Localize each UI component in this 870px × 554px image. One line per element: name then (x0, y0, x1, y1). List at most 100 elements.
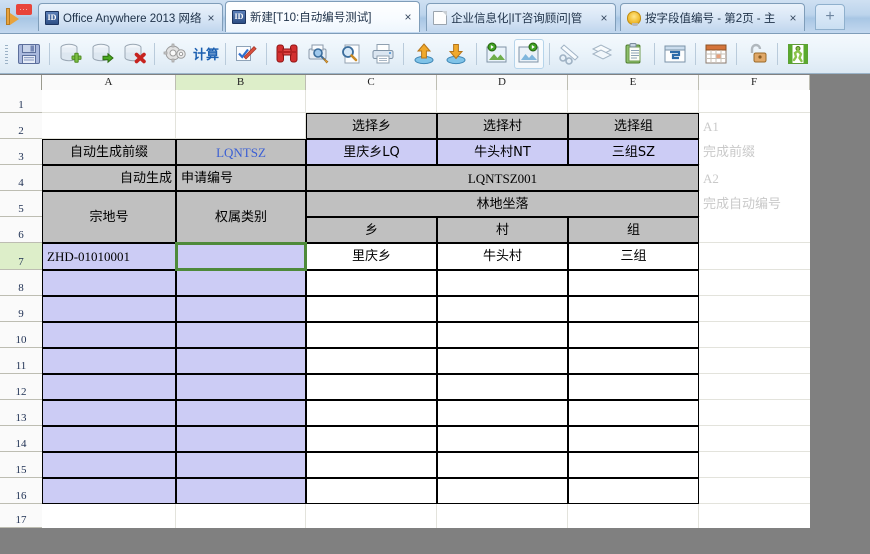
row-header-7[interactable]: 7 (0, 243, 42, 270)
row-header-16[interactable]: 16 (0, 478, 42, 504)
cell-c10[interactable] (306, 322, 437, 348)
column-header-d[interactable]: D (437, 75, 568, 90)
cell-c16[interactable] (306, 478, 437, 504)
column-header-e[interactable]: E (568, 75, 699, 90)
copy-button[interactable] (587, 39, 617, 69)
cell-a16[interactable] (42, 478, 176, 504)
cell-b14[interactable] (176, 426, 306, 452)
cell-d8[interactable] (437, 270, 568, 296)
cell-a4[interactable]: 自动生成 (42, 165, 176, 191)
cell-d16[interactable] (437, 478, 568, 504)
column-header-c[interactable]: C (306, 75, 437, 90)
cell-e9[interactable] (568, 296, 699, 322)
open-image-button[interactable] (482, 39, 512, 69)
tab-new-auto-number-test[interactable]: ID 新建[T10:自动编号测试] × (225, 1, 420, 32)
cell-e6[interactable]: 组 (568, 217, 699, 243)
settings-button[interactable] (160, 39, 190, 69)
save-button[interactable] (14, 39, 44, 69)
cell-b9[interactable] (176, 296, 306, 322)
window-button[interactable] (660, 39, 690, 69)
cell-c7[interactable]: 里庆乡 (306, 243, 437, 270)
cell-c13[interactable] (306, 400, 437, 426)
unlock-button[interactable] (742, 39, 772, 69)
cell-e2[interactable]: 选择组 (568, 113, 699, 139)
row-header-5[interactable]: 5 (0, 191, 42, 217)
tab-office-anywhere[interactable]: ID Office Anywhere 2013 网络 × (38, 3, 223, 31)
close-icon[interactable]: × (597, 11, 611, 25)
cell-d3[interactable]: 牛头村NT (437, 139, 568, 165)
row-header-6[interactable]: 6 (0, 217, 42, 243)
cell-f2-hint[interactable]: A1 (700, 113, 810, 139)
row-header-3[interactable]: 3 (0, 139, 42, 165)
cell-a9[interactable] (42, 296, 176, 322)
column-header-f[interactable]: F (699, 75, 810, 90)
row-header-13[interactable]: 13 (0, 400, 42, 426)
cell-a5-a6-merged[interactable]: 宗地号 (42, 191, 176, 243)
row-header-15[interactable]: 15 (0, 452, 42, 478)
cell-c6[interactable]: 乡 (306, 217, 437, 243)
tab-enterprise-it[interactable]: 企业信息化|IT咨询顾问|管 × (426, 3, 616, 31)
cell-a13[interactable] (42, 400, 176, 426)
cell-a11[interactable] (42, 348, 176, 374)
cell-c9[interactable] (306, 296, 437, 322)
add-record-button[interactable] (55, 39, 85, 69)
calculate-button[interactable]: 计算 (193, 44, 219, 63)
tab-field-value-number[interactable]: 按字段值编号 - 第2页 - 主 × (620, 3, 805, 31)
cell-f4-hint[interactable]: A2 (700, 165, 810, 191)
cell-b12[interactable] (176, 374, 306, 400)
calendar-button[interactable] (701, 39, 731, 69)
cell-c11[interactable] (306, 348, 437, 374)
cell-d6[interactable]: 村 (437, 217, 568, 243)
cell-d15[interactable] (437, 452, 568, 478)
cell-b5-b6-merged[interactable]: 权属类别 (176, 191, 306, 243)
cell-d14[interactable] (437, 426, 568, 452)
cell-d7[interactable]: 牛头村 (437, 243, 568, 270)
cell-e8[interactable] (568, 270, 699, 296)
back-button[interactable]: ... (4, 4, 32, 30)
close-icon[interactable]: × (204, 11, 218, 25)
row-header-14[interactable]: 14 (0, 426, 42, 452)
cell-e11[interactable] (568, 348, 699, 374)
cell-e13[interactable] (568, 400, 699, 426)
cell-d9[interactable] (437, 296, 568, 322)
import-record-button[interactable] (87, 39, 117, 69)
find-button[interactable] (272, 39, 302, 69)
cell-a14[interactable] (42, 426, 176, 452)
cell-e7[interactable]: 三组 (568, 243, 699, 270)
row-header-1[interactable]: 1 (0, 90, 42, 113)
cell-e12[interactable] (568, 374, 699, 400)
close-icon[interactable]: × (401, 10, 415, 24)
row-header-9[interactable]: 9 (0, 296, 42, 322)
cell-c8[interactable] (306, 270, 437, 296)
cell-b4[interactable]: 申请编号 (176, 165, 306, 191)
column-header-b[interactable]: B (176, 75, 306, 90)
row-header-4[interactable]: 4 (0, 165, 42, 191)
cell-e3[interactable]: 三组SZ (568, 139, 699, 165)
download-button[interactable] (441, 39, 471, 69)
search-replace-button[interactable] (304, 39, 334, 69)
delete-record-button[interactable] (119, 39, 149, 69)
cell-b13[interactable] (176, 400, 306, 426)
cell-c15[interactable] (306, 452, 437, 478)
grid-area[interactable]: 选择乡 选择村 选择组 A1 自动生成前缀 LQNTSZ 里庆乡LQ 牛头村NT… (42, 90, 810, 528)
paste-button[interactable] (619, 39, 649, 69)
cell-a3[interactable]: 自动生成前缀 (42, 139, 176, 165)
cell-a7[interactable]: ZHD-01010001 (42, 243, 176, 270)
cell-d12[interactable] (437, 374, 568, 400)
cell-c2[interactable]: 选择乡 (306, 113, 437, 139)
cell-d2[interactable]: 选择村 (437, 113, 568, 139)
cut-button[interactable] (555, 39, 585, 69)
cell-c14[interactable] (306, 426, 437, 452)
open-folder-button[interactable] (514, 38, 545, 69)
row-header-17[interactable]: 17 (0, 504, 42, 528)
run-button[interactable] (783, 39, 813, 69)
cell-cde4-merged[interactable]: LQNTSZ001 (306, 165, 699, 191)
cell-b10[interactable] (176, 322, 306, 348)
toolbar-grip[interactable] (3, 43, 11, 65)
cell-b7[interactable] (176, 243, 306, 270)
cell-a15[interactable] (42, 452, 176, 478)
cell-b8[interactable] (176, 270, 306, 296)
preview-button[interactable] (336, 39, 366, 69)
close-icon[interactable]: × (786, 11, 800, 25)
cell-a10[interactable] (42, 322, 176, 348)
